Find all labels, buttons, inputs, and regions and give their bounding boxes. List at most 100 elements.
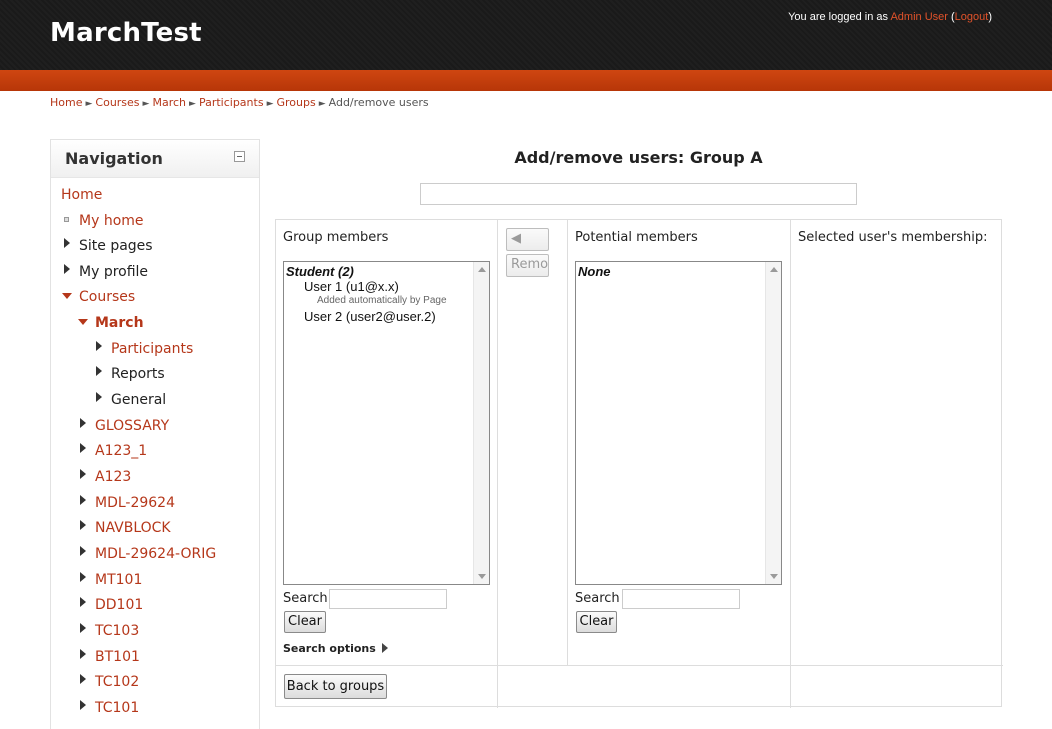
expand-arrow-icon[interactable] [80,469,86,479]
remove-button[interactable]: Remove [506,254,549,277]
expand-arrow-icon[interactable] [96,392,102,402]
nav-item-label: My profile [79,264,149,280]
search-options-toggle[interactable]: Search options [283,642,388,655]
expand-arrow-icon[interactable] [96,341,102,351]
expand-arrow-icon[interactable] [80,700,86,710]
nav-item-course[interactable]: TC101 [95,700,139,716]
nav-item-course[interactable]: MDL-29624 [95,495,175,511]
nav-item-course[interactable]: TC103 [95,623,139,639]
expand-arrow-icon[interactable] [96,366,102,376]
group-members-list[interactable]: Student (2) User 1 (u1@x.x) Added automa… [283,261,490,585]
membership-label: Selected user's membership: [798,230,988,245]
list-item[interactable]: User 1 (u1@x.x) [304,279,399,294]
column-divider [567,220,568,666]
nav-item-course[interactable]: MDL-29624-ORIG [95,546,216,562]
expand-arrow-icon[interactable] [80,520,86,530]
expand-arrow-icon[interactable] [80,495,86,505]
expand-arrow-icon[interactable] [80,572,86,582]
nav-item-course[interactable]: DD101 [95,597,143,613]
nav-item-label: Participants [111,341,194,357]
scroll-up-icon[interactable] [770,267,778,272]
breadcrumb-participants[interactable]: Participants [199,96,264,109]
header-accent-bar [0,70,1052,91]
logout-link[interactable]: Logout [955,11,989,23]
nav-item-reports[interactable]: Reports [111,366,165,382]
logout-close: ) [988,11,992,23]
nav-item-home[interactable]: Home [61,187,102,203]
breadcrumb-separator-icon: ► [318,99,326,109]
breadcrumb-groups[interactable]: Groups [276,96,315,109]
scroll-up-icon[interactable] [478,267,486,272]
nav-item-courses[interactable]: Courses [79,289,135,305]
navigation-title: Navigation [65,149,163,168]
navigation-block: Navigation Home My home Site pages My pr… [50,139,260,729]
clear-button[interactable]: Clear [576,611,617,633]
nav-item-label: March [95,315,144,331]
clear-button[interactable]: Clear [284,611,326,633]
scroll-down-icon[interactable] [770,574,778,579]
nav-item-march[interactable]: March [95,315,144,331]
nav-item-my-home[interactable]: My home [79,213,144,229]
scrollbar[interactable] [473,262,489,584]
breadcrumb-separator-icon: ► [142,99,150,109]
expand-arrow-icon[interactable] [64,238,70,248]
expand-arrow-icon[interactable] [80,623,86,633]
nav-item-label: Reports [111,366,165,382]
expand-arrow-icon[interactable] [80,546,86,556]
nav-item-label: TC103 [95,623,140,639]
expand-arrow-icon[interactable] [80,674,86,684]
search-label: Search [283,591,328,606]
expand-arrow-icon[interactable] [80,649,86,659]
nav-item-course[interactable]: NAVBLOCK [95,520,171,536]
scroll-down-icon[interactable] [478,574,486,579]
nav-item-site-pages[interactable]: Site pages [79,238,153,254]
collapse-arrow-icon[interactable] [78,319,88,325]
breadcrumb-courses[interactable]: Courses [95,96,139,109]
nav-item-general[interactable]: General [111,392,166,408]
breadcrumb-march[interactable]: March [152,96,186,109]
nav-item-label: TC102 [95,674,140,690]
group-members-label: Group members [283,230,389,245]
nav-item-label: BT101 [95,649,140,665]
site-title[interactable]: MarchTest [50,18,202,48]
breadcrumb-home[interactable]: Home [50,96,82,109]
list-item-note: Added automatically by Page [317,295,447,306]
add-button[interactable]: ◀ Add [506,228,549,251]
expand-arrow-icon[interactable] [80,418,86,428]
page-title: Add/remove users: Group A [514,148,763,167]
expand-arrow-icon[interactable] [80,443,86,453]
nav-item-course[interactable]: TC102 [95,674,139,690]
search-label: Search [575,591,620,606]
nav-item-label: A123_1 [95,443,148,459]
nav-item-course[interactable]: A123_1 [95,443,147,459]
scrollbar[interactable] [765,262,781,584]
breadcrumb-separator-icon: ► [85,99,93,109]
column-divider [497,220,498,708]
column-divider [790,220,791,708]
nav-item-participants[interactable]: Participants [111,341,193,357]
potential-members-list[interactable]: None [575,261,782,585]
collapse-block-icon[interactable] [234,151,245,162]
nav-item-label: MDL-29624 [95,495,176,511]
nav-item-label: DD101 [95,597,144,613]
nav-item-my-profile[interactable]: My profile [79,264,148,280]
nav-item-label: MT101 [95,572,143,588]
expand-arrow-icon[interactable] [80,597,86,607]
group-members-search-input[interactable] [329,589,447,609]
back-to-groups-button[interactable]: Back to groups [284,674,387,699]
nav-item-label: Courses [79,289,136,305]
collapse-arrow-icon[interactable] [62,293,72,299]
nav-item-course[interactable]: A123 [95,469,131,485]
user-profile-link[interactable]: Admin User [890,11,947,23]
row-divider [276,665,1003,666]
nav-item-course[interactable]: BT101 [95,649,140,665]
potential-members-search-input[interactable] [622,589,740,609]
nav-item-label: My home [79,213,144,229]
expand-arrow-icon[interactable] [64,264,70,274]
nav-item-course[interactable]: MT101 [95,572,142,588]
member-selection-table: Group members Student (2) User 1 (u1@x.x… [275,219,1003,708]
nav-item-course[interactable]: GLOSSARY [95,418,169,434]
group-selector-field[interactable] [420,183,857,205]
list-item[interactable]: User 2 (user2@user.2) [304,309,436,324]
bullet-icon [64,217,69,222]
